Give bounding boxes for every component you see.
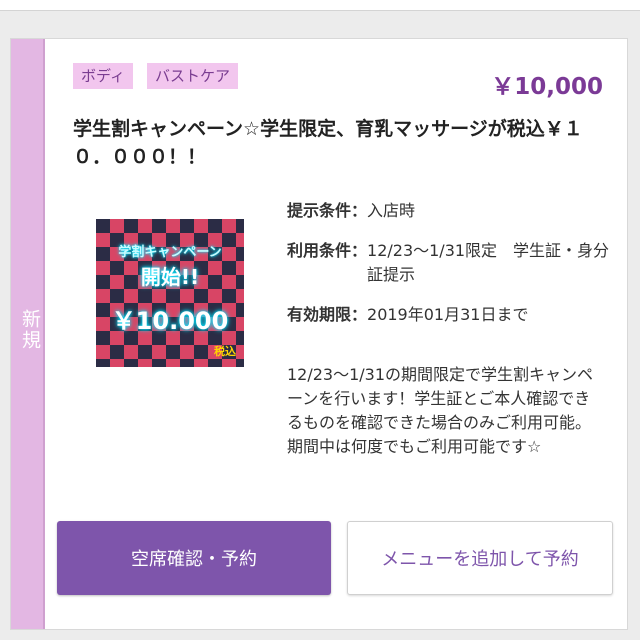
coupon-title: 学生割キャンペーン☆学生限定、育乳マッサージが税込￥１０．０００！！ — [73, 118, 583, 168]
top-bar — [0, 0, 640, 11]
condition-value: 2019年01月31日まで — [367, 305, 529, 324]
condition-label: 有効期限： — [287, 305, 368, 324]
check-availability-reserve-button[interactable]: 空席確認・予約 — [57, 521, 331, 595]
campaign-image-caption: 学割キャンペーン — [118, 245, 222, 260]
tag-body: ボディ — [73, 63, 133, 89]
campaign-image-start: 開始!! — [140, 265, 200, 289]
usage-condition: 利用条件： 12/23〜1/31限定 学生証・身分証提示 — [287, 239, 617, 287]
new-side-tab: 新規 — [11, 39, 45, 629]
campaign-image-price: ￥10.000 — [111, 307, 229, 335]
presentation-condition: 提示条件： 入店時 — [287, 199, 617, 223]
campaign-image-tax: 税込 — [214, 345, 236, 358]
add-menu-reserve-button[interactable]: メニューを追加して予約 — [347, 521, 613, 595]
tag-bust-care: バストケア — [147, 63, 239, 89]
campaign-image: 学割キャンペーン 開始!! ￥10.000 税込 — [96, 219, 244, 367]
coupon-description: 12/23〜1/31の期間限定で学生割キャンペーンを行います！学生証とご本人確認… — [287, 365, 594, 456]
condition-value: 入店時 — [367, 201, 416, 220]
price: ￥10,000 — [491, 74, 603, 100]
condition-label: 利用条件： — [287, 241, 368, 260]
coupon-card: 新規 ボディ バストケア ￥10,000 学生割キャンペーン☆学生限定、育乳マッ… — [10, 38, 628, 630]
condition-value: 12/23〜1/31限定 学生証・身分証提示 — [367, 241, 610, 284]
condition-label: 提示条件： — [287, 201, 368, 220]
new-label: 新規 — [19, 309, 41, 351]
expiration-date: 有効期限： 2019年01月31日まで — [287, 303, 617, 327]
